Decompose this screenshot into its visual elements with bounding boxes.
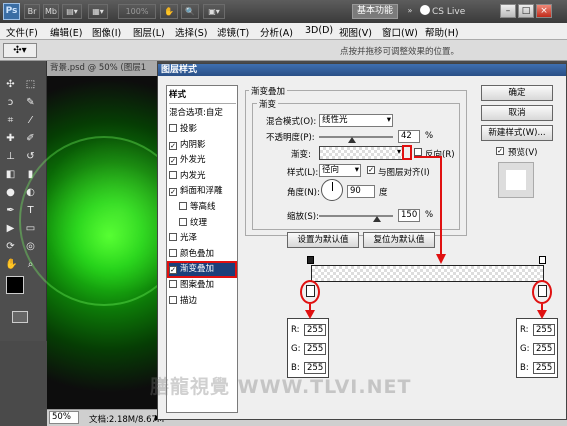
arrowhead-right-stop: [537, 310, 547, 319]
annotation-arrows: [305, 156, 547, 319]
arrowhead-gradient-bar: [436, 254, 446, 264]
arrow-to-gradient-bar: [414, 156, 442, 262]
arrowhead-left-stop: [305, 310, 315, 319]
watermark: 膳龍視覺 WWW.TLVI.NET: [150, 376, 412, 398]
